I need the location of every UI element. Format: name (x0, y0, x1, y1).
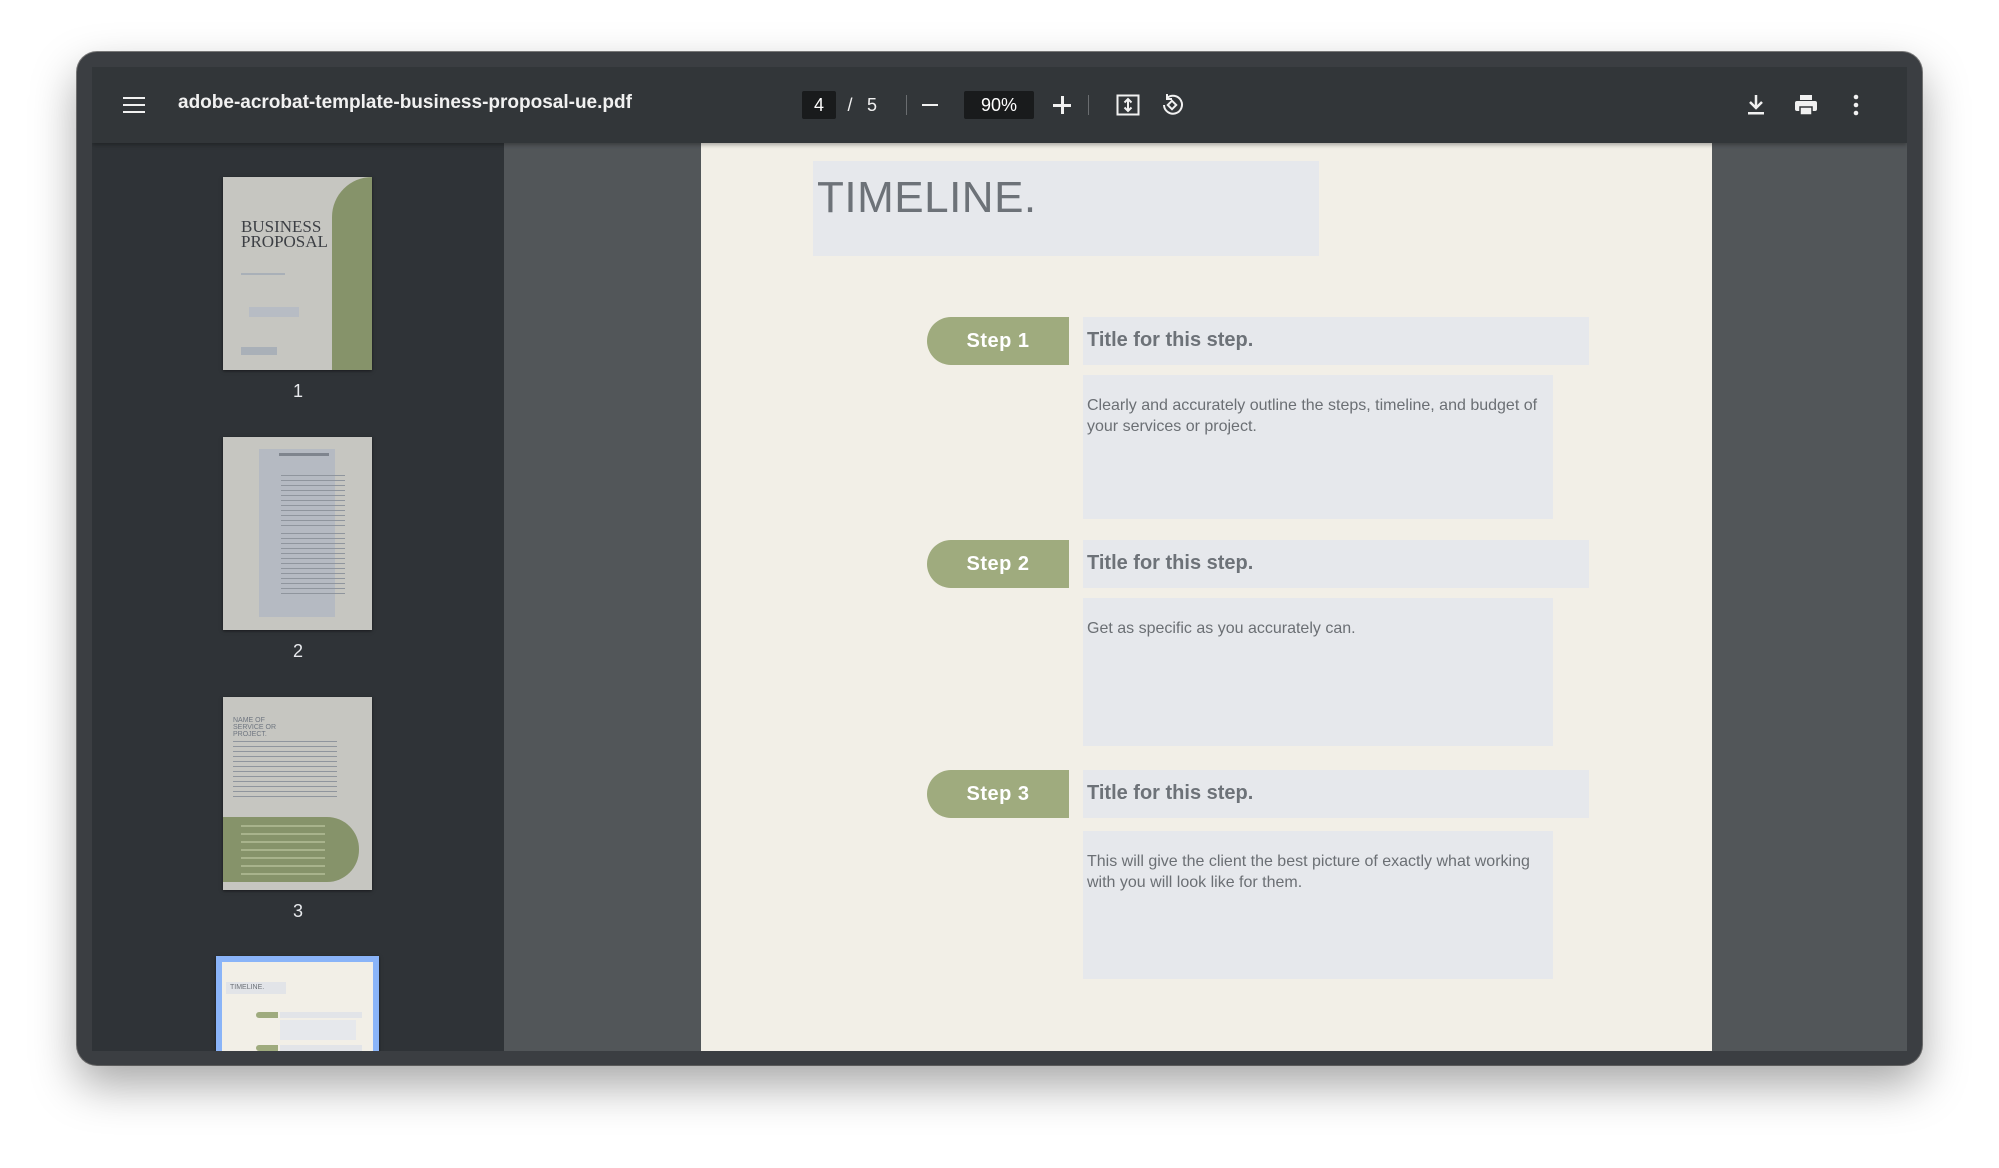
toolbar: adobe-acrobat-template-business-proposal… (92, 67, 1907, 143)
thumbnail-lines (241, 825, 325, 875)
rotate-icon[interactable] (1154, 87, 1190, 123)
thumbnail-title: BUSINESS PROPOSAL (241, 218, 328, 251)
step-3-description-box: This will give the client the best pictu… (1083, 831, 1553, 979)
zoom-in-icon[interactable] (1044, 87, 1080, 123)
pdf-page: TIMELINE. Step 1 Title for this step. Cl… (701, 143, 1712, 1051)
step-1-pill: Step 1 (927, 317, 1069, 365)
toolbar-divider (906, 95, 907, 115)
step-2-title: Title for this step. (1087, 552, 1254, 574)
step-3-title-box: Title for this step. (1083, 770, 1589, 818)
thumbnail-step-pill (256, 1045, 278, 1051)
thumbnail-label: 1 (292, 381, 303, 401)
step-1-title: Title for this step. (1087, 329, 1254, 351)
thumbnail-block (280, 1045, 362, 1051)
step-3-title: Title for this step. (1087, 782, 1254, 804)
thumbnail-page-3[interactable]: NAME OF SERVICE OR PROJECT. (223, 697, 372, 890)
thumbnail-block (249, 307, 299, 317)
pdf-viewer-window: adobe-acrobat-template-business-proposal… (77, 52, 1922, 1065)
thumbnail-page-2[interactable] (223, 437, 372, 630)
step-1-title-box: Title for this step. (1083, 317, 1589, 365)
thumbnail-sidebar: BUSINESS PROPOSAL 1 2 NAME OF SERVICE OR… (92, 143, 504, 1051)
zoom-level-input[interactable]: 90% (964, 91, 1034, 119)
thumbnail-lines (281, 533, 345, 595)
heading-box: TIMELINE. (813, 161, 1319, 256)
thumbnail-title-line: PROPOSAL (241, 232, 328, 251)
thumbnail-lines (233, 741, 337, 797)
zoom-out-icon[interactable] (912, 87, 948, 123)
thumbnail-label: 2 (292, 641, 303, 661)
step-3-description: This will give the client the best pictu… (1087, 853, 1530, 891)
page-separator: / (847, 94, 853, 115)
toolbar-divider (1088, 95, 1089, 115)
thumbnail-block (241, 347, 277, 355)
step-1-description: Clearly and accurately outline the steps… (1087, 397, 1538, 435)
menu-icon[interactable] (116, 87, 152, 123)
step-1-description-box: Clearly and accurately outline the steps… (1083, 375, 1553, 519)
step-2-description: Get as specific as you accurately can. (1087, 620, 1356, 637)
thumbnail-heading: TIMELINE. (230, 984, 265, 991)
print-icon[interactable] (1788, 87, 1824, 123)
step-2-description-box: Get as specific as you accurately can. (1083, 598, 1553, 746)
thumbnail-page-4[interactable]: TIMELINE. (216, 956, 379, 1051)
thumbnail-decoration (332, 177, 372, 370)
thumbnail-line (279, 453, 329, 456)
thumbnail-page-1[interactable]: BUSINESS PROPOSAL (223, 177, 372, 370)
thumbnail-block (280, 1020, 356, 1040)
document-title: adobe-acrobat-template-business-proposal… (178, 92, 632, 113)
download-icon[interactable] (1738, 87, 1774, 123)
page-number-input[interactable]: 4 (802, 91, 836, 119)
more-vert-icon[interactable] (1838, 87, 1874, 123)
page-total: 5 (866, 94, 877, 115)
thumbnail-block (280, 1012, 362, 1018)
thumbnail-line (241, 273, 285, 275)
thumbnail-lines (281, 475, 345, 527)
viewer-frame: adobe-acrobat-template-business-proposal… (92, 67, 1907, 1051)
step-3-pill: Step 3 (927, 770, 1069, 818)
thumbnail-label: 3 (292, 901, 303, 921)
step-2-title-box: Title for this step. (1083, 540, 1589, 588)
thumbnail-step-pill (256, 1012, 278, 1018)
fit-page-icon[interactable] (1110, 87, 1146, 123)
page-heading: TIMELINE. (817, 173, 1037, 222)
thumbnail-heading: NAME OF SERVICE OR PROJECT. (233, 717, 277, 738)
step-2-pill: Step 2 (927, 540, 1069, 588)
